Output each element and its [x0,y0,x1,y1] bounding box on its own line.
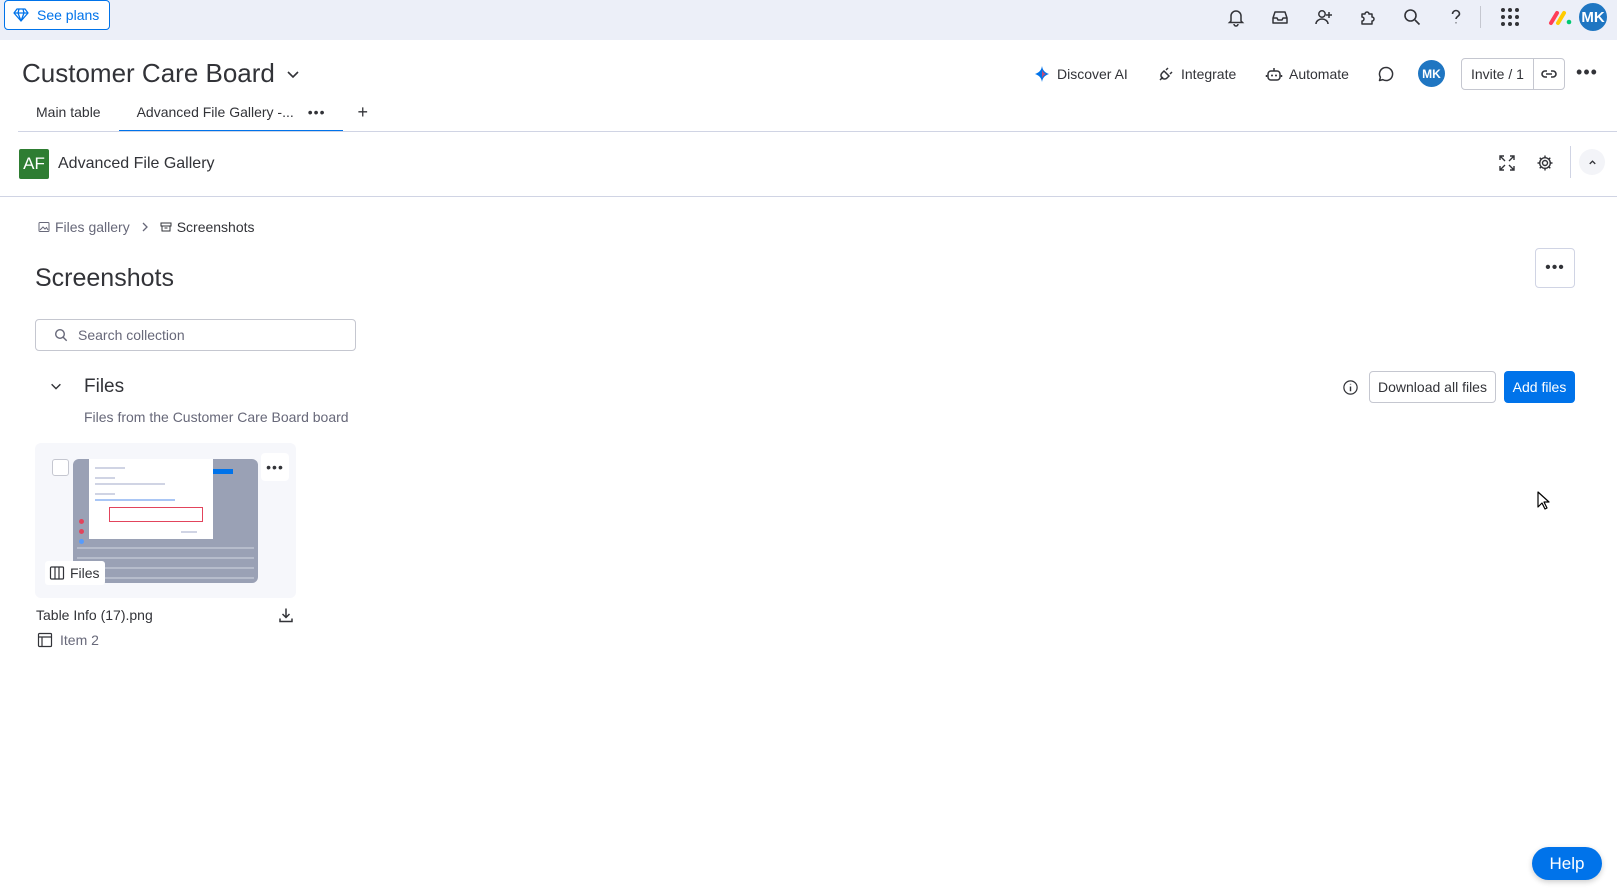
top-bar: See plans MK [0,0,1617,40]
automate-button[interactable]: Automate [1265,62,1349,86]
search-collection-field[interactable] [35,319,356,351]
file-source-tag: Files [45,561,105,585]
breadcrumb-current-label: Screenshots [176,219,255,235]
app-name: Advanced File Gallery [58,155,215,172]
file-item-link[interactable]: Item 2 [37,632,99,648]
fullscreen-icon[interactable] [1496,152,1518,174]
collection-box-icon [160,222,172,232]
integrate-plug-icon [1159,67,1173,81]
search-icon [54,328,68,342]
app-header-divider [1570,146,1571,178]
board-title[interactable]: Customer Care Board [22,58,301,89]
tab-main-table[interactable]: Main table [18,100,119,132]
settings-gear-icon[interactable] [1534,152,1556,174]
breadcrumb-files-gallery[interactable]: Files gallery [38,219,130,235]
robot-icon [1265,68,1283,81]
see-plans-label: See plans [37,7,100,23]
see-plans-button[interactable]: See plans [4,0,110,30]
breadcrumb-root-label: Files gallery [55,219,130,235]
integrate-button[interactable]: Integrate [1157,62,1236,86]
collapse-chevron-up-icon[interactable] [1579,149,1605,175]
integrate-label: Integrate [1181,66,1237,82]
invite-members-icon[interactable] [1312,5,1336,29]
discover-ai-button[interactable]: Discover AI [1033,62,1128,86]
breadcrumb: Files gallery Screenshots [38,219,255,235]
automate-label: Automate [1289,66,1349,82]
breadcrumb-screenshots[interactable]: Screenshots [160,219,255,235]
file-select-checkbox[interactable] [52,459,69,476]
item-icon [37,632,53,648]
file-name[interactable]: Table Info (17).png [36,607,153,623]
topbar-divider [1480,6,1481,28]
files-section-title: Files [84,376,125,397]
gallery-image-icon [38,222,50,232]
app-switcher-grid-icon[interactable] [1498,5,1522,29]
search-icon[interactable] [1400,5,1424,29]
file-item-label: Item 2 [60,632,99,648]
app-header: AF Advanced File Gallery [0,132,1617,197]
page-title: Screenshots [35,264,174,292]
files-collapse-chevron-icon[interactable] [48,378,64,394]
tab-options-icon[interactable]: ••• [308,104,326,126]
tab-label: Advanced File Gallery -... [136,104,294,120]
tab-advanced-file-gallery[interactable]: Advanced File Gallery -... ••• [118,100,344,132]
board-member-avatar[interactable]: MK [1418,60,1445,87]
chevron-down-icon [287,70,299,78]
diamond-icon [13,8,29,22]
download-file-icon[interactable] [276,605,296,625]
notifications-bell-icon[interactable] [1224,5,1248,29]
invite-group: Invite / 1 [1461,58,1565,90]
info-icon[interactable] [1340,377,1360,397]
board-columns-icon [49,566,65,580]
brand-logo-icon [1548,6,1574,28]
file-tag-label: Files [70,565,100,581]
inbox-icon[interactable] [1268,5,1292,29]
files-section-subtitle: Files from the Customer Care Board board [84,409,349,425]
help-question-icon[interactable] [1444,5,1468,29]
board-tabs: Main table Advanced File Gallery -... ••… [18,100,382,132]
download-all-files-button[interactable]: Download all files [1369,371,1496,403]
invite-button[interactable]: Invite / 1 [1462,59,1534,89]
mouse-cursor-icon [1537,491,1550,510]
help-button[interactable]: Help [1532,847,1602,880]
board-more-options-icon[interactable]: ••• [1575,60,1599,84]
board-title-text: Customer Care Board [22,58,275,88]
search-input[interactable] [78,327,338,343]
file-options-icon[interactable]: ••• [261,453,289,481]
updates-chat-icon[interactable] [1377,62,1395,86]
discover-ai-label: Discover AI [1057,66,1128,82]
app-badge: AF [19,149,49,179]
add-view-button[interactable]: + [343,100,382,125]
user-avatar[interactable]: MK [1577,1,1609,33]
file-card[interactable]: ••• Files [35,443,296,598]
add-files-button[interactable]: Add files [1504,371,1575,403]
collection-more-options-icon[interactable]: ••• [1535,248,1575,288]
apps-puzzle-icon[interactable] [1356,5,1380,29]
chevron-right-icon [142,222,148,232]
copy-link-icon[interactable] [1534,59,1564,89]
sparkle-icon [1035,66,1049,82]
